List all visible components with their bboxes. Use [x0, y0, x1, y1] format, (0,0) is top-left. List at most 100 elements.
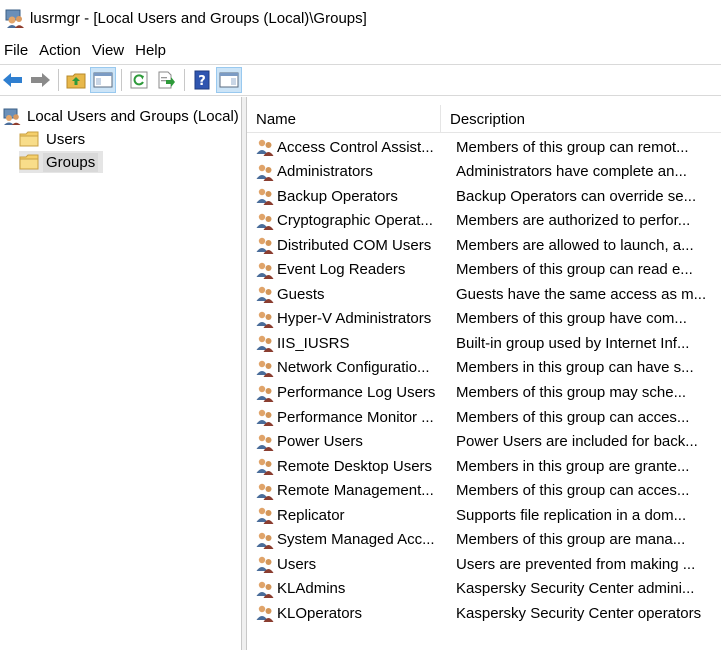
svg-text:?: ? — [198, 74, 206, 89]
up-folder-icon — [66, 73, 86, 89]
group-name: Hyper-V Administrators — [277, 310, 432, 328]
show-hide-action-pane-icon — [219, 72, 239, 88]
group-icon — [253, 454, 277, 478]
group-row[interactable]: Power Users Power Users are included for … — [247, 430, 721, 454]
group-description: Members of this group may sche... — [456, 384, 687, 401]
tree-item-root[interactable]: Local Users and Groups (Local) — [0, 105, 242, 127]
group-description: Members of this group can acces... — [456, 482, 690, 500]
group-row[interactable]: Replicator Supports file replication in a… — [247, 503, 721, 527]
up-one-level-button[interactable] — [63, 67, 89, 93]
group-icon — [253, 503, 277, 527]
refresh-button[interactable] — [126, 67, 152, 93]
group-icon — [253, 601, 277, 625]
group-name: Replicator — [277, 506, 345, 524]
group-icon — [253, 430, 277, 454]
group-icon — [253, 307, 277, 331]
console-tree: Local Users and Groups (Local) Users Gro… — [0, 97, 241, 650]
group-description: Guests have the same access as m... — [456, 285, 707, 303]
group-icon — [253, 356, 277, 380]
group-row[interactable]: KLAdmins Kaspersky Security Center admini… — [247, 577, 721, 601]
group-row[interactable]: Remote Management... Members of this grou… — [247, 479, 721, 503]
group-name: Performance Log Users — [277, 384, 436, 401]
title-bar: lusrmgr - [Local Users and Groups (Local… — [0, 0, 721, 36]
toolbar: ? — [0, 64, 721, 96]
show-hide-action-pane-button[interactable] — [216, 67, 242, 93]
group-description: Power Users are included for back... — [456, 433, 698, 451]
column-header-name[interactable]: Name — [247, 105, 441, 133]
group-row[interactable]: System Managed Acc... Members of this gro… — [247, 528, 721, 552]
group-name: Backup Operators — [277, 187, 398, 205]
group-name: Remote Desktop Users — [277, 457, 433, 475]
group-description: Members of this group are mana... — [456, 531, 686, 549]
group-icon — [253, 233, 277, 257]
lusrmgr-window: lusrmgr - [Local Users and Groups (Local… — [0, 0, 721, 650]
group-row[interactable]: Performance Monitor ... Members of this g… — [247, 405, 721, 429]
group-name: Event Log Readers — [277, 261, 406, 279]
column-header-description[interactable]: Description — [441, 105, 721, 133]
group-name: IIS_IUSRS — [277, 334, 350, 352]
group-description: Kaspersky Security Center admini... — [456, 580, 695, 598]
group-row[interactable]: Administrators Administrators have comple… — [247, 160, 721, 184]
group-name: KLAdmins — [277, 580, 346, 598]
tree-item-users[interactable]: Users — [19, 128, 88, 150]
group-name: Power Users — [277, 433, 363, 451]
group-description: Members are allowed to launch, a... — [456, 236, 694, 254]
group-name: Access Control Assist... — [277, 138, 434, 156]
back-button[interactable] — [0, 67, 26, 93]
group-icon — [253, 479, 277, 503]
group-icon — [253, 577, 277, 601]
help-button[interactable]: ? — [189, 67, 215, 93]
group-description: Members in this group are grante... — [456, 457, 690, 475]
group-row[interactable]: Distributed COM Users Members are allowed… — [247, 233, 721, 257]
group-row[interactable]: Access Control Assist... Members of this … — [247, 135, 721, 159]
forward-arrow-icon — [31, 73, 50, 87]
group-row[interactable]: Event Log Readers Members of this group c… — [247, 258, 721, 282]
help-icon: ? — [194, 70, 210, 90]
tree-groups-label: Groups — [43, 152, 99, 172]
group-name: Guests — [277, 285, 325, 303]
group-name: Performance Monitor ... — [277, 408, 434, 426]
group-row[interactable]: Hyper-V Administrators Members of this gr… — [247, 307, 721, 331]
users-app-icon — [5, 9, 24, 28]
group-row[interactable]: Performance Log Users Members of this gro… — [247, 381, 721, 405]
group-row[interactable]: IIS_IUSRS Built-in group used by Internet… — [247, 331, 721, 355]
group-description: Users are prevented from making ... — [456, 555, 696, 573]
group-description: Members of this group have com... — [456, 310, 687, 328]
group-description: Supports file replication in a dom... — [456, 506, 687, 524]
group-icon — [253, 282, 277, 306]
menu-bar: File Action View Help — [0, 37, 173, 63]
group-row[interactable]: Backup Operators Backup Operators can ove… — [247, 184, 721, 208]
group-description: Members are authorized to perfor... — [456, 212, 691, 230]
tree-item-groups[interactable]: Groups — [19, 151, 103, 173]
export-list-icon — [158, 71, 175, 89]
group-description: Members of this group can read e... — [456, 261, 693, 279]
column-headers: Name Description — [247, 105, 721, 133]
groups-list: Name Description Access Control Assist..… — [247, 97, 721, 650]
back-arrow-icon — [3, 73, 22, 87]
group-name: Distributed COM Users — [277, 236, 432, 254]
group-description: Kaspersky Security Center operators — [456, 604, 702, 622]
group-row[interactable]: Cryptographic Operat... Members are autho… — [247, 209, 721, 233]
menu-action[interactable]: Action — [35, 42, 88, 59]
menu-view[interactable]: View — [88, 42, 131, 59]
group-row[interactable]: Network Configuratio... Members in this g… — [247, 356, 721, 380]
tree-users-label: Users — [46, 130, 86, 148]
group-name: Administrators — [277, 163, 373, 181]
forward-button[interactable] — [27, 67, 53, 93]
group-row[interactable]: Users Users are prevented from making ... — [247, 552, 721, 576]
menu-file[interactable]: File — [0, 42, 35, 59]
group-row[interactable]: Remote Desktop Users Members in this grou… — [247, 454, 721, 478]
group-row[interactable]: Guests Guests have the same access as m..… — [247, 282, 721, 306]
group-icon — [253, 160, 277, 184]
export-list-button[interactable] — [153, 67, 179, 93]
show-hide-console-tree-icon — [93, 72, 113, 88]
group-icon — [253, 135, 277, 159]
toolbar-separator — [121, 69, 122, 91]
group-description: Administrators have complete an... — [456, 163, 687, 181]
computer-users-icon — [3, 108, 21, 125]
menu-help[interactable]: Help — [131, 42, 173, 59]
group-description: Backup Operators can override se... — [456, 187, 697, 205]
show-hide-console-tree-button[interactable] — [90, 67, 116, 93]
toolbar-separator — [184, 69, 185, 91]
group-row[interactable]: KLOperators Kaspersky Security Center ope… — [247, 601, 721, 625]
